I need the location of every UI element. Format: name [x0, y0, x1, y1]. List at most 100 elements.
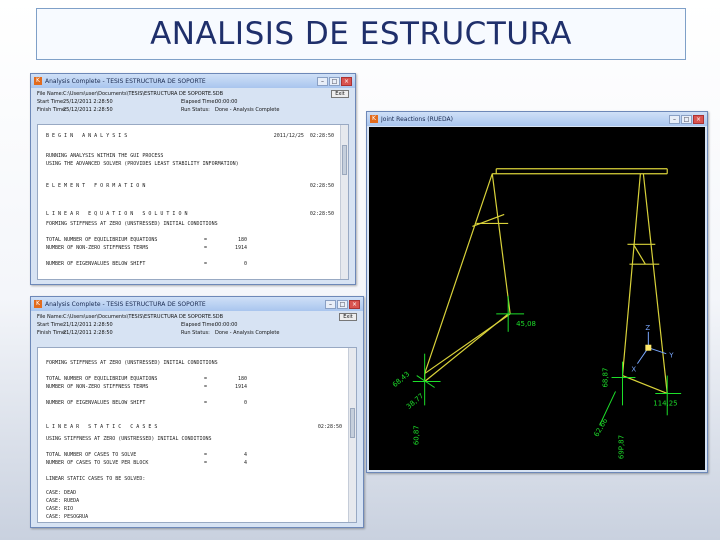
log-line: NUMBER OF NON-ZERO STIFFNESS TERMS	[46, 245, 149, 251]
elapsed-value: 00:00:00	[215, 322, 238, 328]
log-time: 02:28:50	[317, 424, 342, 430]
reaction-label: 68,43	[391, 370, 411, 389]
minimize-button[interactable]: –	[669, 114, 680, 124]
sap-app-icon: K	[370, 115, 378, 123]
file-name-value: C:\Users\user\Documents\TESIS\ESTRUCTURA…	[63, 314, 224, 320]
finish-time-label: Finish Time:	[37, 330, 67, 336]
start-time-value: 21/12/2011 2:28:50	[63, 322, 113, 328]
reaction-label: 68,87	[602, 368, 610, 388]
left-brace-diag	[472, 213, 505, 227]
reaction-label: 62,66	[592, 417, 609, 438]
sap-app-icon: K	[34, 77, 42, 85]
reaction-label: 45,08	[516, 320, 536, 328]
file-name-value: C:\Users\user\Documents\TESIS\ESTRUCTURA…	[63, 91, 224, 97]
right-leg-outer	[621, 173, 641, 376]
left-leg-inner	[491, 173, 511, 314]
log-value: 0	[244, 261, 248, 267]
exit-button[interactable]: Exit	[331, 90, 349, 98]
structure-viewport[interactable]: Z Y X 68,43 38,77 45,08 60,87 114,25 62,…	[369, 127, 705, 470]
y-axis-label: Y	[668, 352, 674, 360]
maximize-button[interactable]: □	[337, 299, 348, 309]
log-equals: =	[204, 245, 208, 251]
log-scrollbar[interactable]	[340, 125, 348, 279]
log-line: CASE: RIO	[46, 506, 74, 512]
elapsed-label: Elapsed Time:	[181, 99, 217, 105]
log-line: B E G I N A N A L Y S I S	[46, 133, 128, 139]
log-line: USING THE ADVANCED SOLVER (PROVIDES LEAS…	[46, 161, 239, 167]
log-equals: =	[204, 376, 208, 382]
log-line: TOTAL NUMBER OF CASES TO SOLVE	[46, 452, 137, 458]
log-equals: =	[204, 384, 208, 390]
log-equals: =	[204, 452, 208, 458]
analysis-window-bottom[interactable]: K Analysis Complete - TESIS ESTRUCTURA D…	[30, 296, 364, 528]
log-line: E L E M E N T F O R M A T I O N	[46, 183, 146, 189]
reaction-label: 114,25	[653, 399, 677, 407]
slide-title: ANALISIS DE ESTRUCTURA	[36, 8, 686, 60]
log-line: NUMBER OF NON-ZERO STIFFNESS TERMS	[46, 384, 149, 390]
close-button[interactable]: ×	[349, 299, 360, 309]
close-button[interactable]: ×	[341, 76, 352, 86]
maximize-button[interactable]: □	[681, 114, 692, 124]
frame-members	[424, 168, 668, 395]
exit-button[interactable]: Exit	[339, 313, 357, 321]
right-base-diag	[622, 374, 668, 395]
window-title-bar[interactable]: K Joint Reactions (RUEDA) – □ ×	[367, 112, 707, 126]
log-line: L I N E A R E Q U A T I O N S O L U T I …	[46, 211, 188, 217]
reaction-arrows	[412, 296, 682, 426]
scroll-thumb[interactable]	[342, 145, 347, 175]
left-base-diag	[424, 313, 509, 382]
finish-time-value: 25/12/2011 2:28:50	[63, 107, 113, 113]
run-status-label: Run Status:	[181, 107, 210, 113]
log-time: 2011/12/25 02:28:50	[273, 133, 334, 139]
minimize-button[interactable]: –	[325, 299, 336, 309]
finish-time-value: 21/12/2011 2:28:50	[63, 330, 113, 336]
log-line: TOTAL NUMBER OF EQUILIBRIUM EQUATIONS	[46, 237, 158, 243]
joint-reactions-window[interactable]: K Joint Reactions (RUEDA) – □ × Z Y X 68…	[366, 111, 708, 473]
log-equals: =	[204, 400, 208, 406]
sap-app-icon: K	[34, 300, 42, 308]
structure-drawing: Z Y X 68,43 38,77 45,08 60,87 114,25 62,…	[391, 168, 682, 459]
start-time-label: Start Time:	[37, 322, 65, 328]
analysis-log[interactable]: FORMING STIFFNESS AT ZERO (UNSTRESSED) I…	[37, 347, 357, 523]
run-info-panel: File Name:C:\Users\user\Documents\TESIS\…	[31, 311, 363, 345]
axis-origin-marker	[645, 344, 652, 351]
log-value: 4	[244, 460, 248, 466]
log-equals: =	[204, 460, 208, 466]
close-button[interactable]: ×	[693, 114, 704, 124]
start-time-value: 25/12/2011 2:28:50	[63, 99, 113, 105]
log-value: 4	[244, 452, 248, 458]
right-leg-inner	[642, 173, 668, 394]
run-info-panel: File Name:C:\Users\user\Documents\TESIS\…	[31, 88, 355, 122]
z-axis-label: Z	[645, 324, 650, 332]
analysis-window-top[interactable]: K Analysis Complete - TESIS ESTRUCTURA D…	[30, 73, 356, 285]
log-value: 180	[238, 237, 248, 243]
log-line: CASE: PESOGRUA	[46, 514, 89, 520]
left-leg-outer	[424, 173, 493, 374]
log-line: CASE: RUEDA	[46, 498, 80, 504]
log-line: CASE: DEAD	[46, 490, 77, 496]
scroll-thumb[interactable]	[350, 408, 355, 438]
run-status-label: Run Status:	[181, 330, 210, 336]
window-title: Analysis Complete - TESIS ESTRUCTURA DE …	[45, 77, 206, 85]
log-line: FORMING STIFFNESS AT ZERO (UNSTRESSED) I…	[46, 360, 218, 366]
maximize-button[interactable]: □	[329, 76, 340, 86]
window-title: Joint Reactions (RUEDA)	[381, 115, 453, 123]
log-line: NUMBER OF EIGENVALUES BELOW SHIFT	[46, 261, 146, 267]
elapsed-value: 00:00:00	[215, 99, 238, 105]
log-value: 0	[244, 400, 248, 406]
window-title-bar[interactable]: K Analysis Complete - TESIS ESTRUCTURA D…	[31, 297, 363, 311]
log-line: NUMBER OF EIGENVALUES BELOW SHIFT	[46, 400, 146, 406]
file-name-label: File Name:	[37, 314, 64, 320]
window-title-bar[interactable]: K Analysis Complete - TESIS ESTRUCTURA D…	[31, 74, 355, 88]
log-line: L I N E A R S T A T I C C A S E S	[46, 424, 158, 430]
file-name-label: File Name:	[37, 91, 64, 97]
log-scrollbar[interactable]	[348, 348, 356, 522]
analysis-log[interactable]: B E G I N A N A L Y S I S 2011/12/25 02:…	[37, 124, 349, 280]
reaction-label: 60,87	[413, 425, 421, 445]
log-line: LINEAR STATIC CASES TO BE SOLVED:	[46, 476, 146, 482]
log-value: 1914	[235, 384, 248, 390]
reaction-label: 38,77	[405, 392, 425, 411]
minimize-button[interactable]: –	[317, 76, 328, 86]
elapsed-label: Elapsed Time:	[181, 322, 217, 328]
finish-time-label: Finish Time:	[37, 107, 67, 113]
